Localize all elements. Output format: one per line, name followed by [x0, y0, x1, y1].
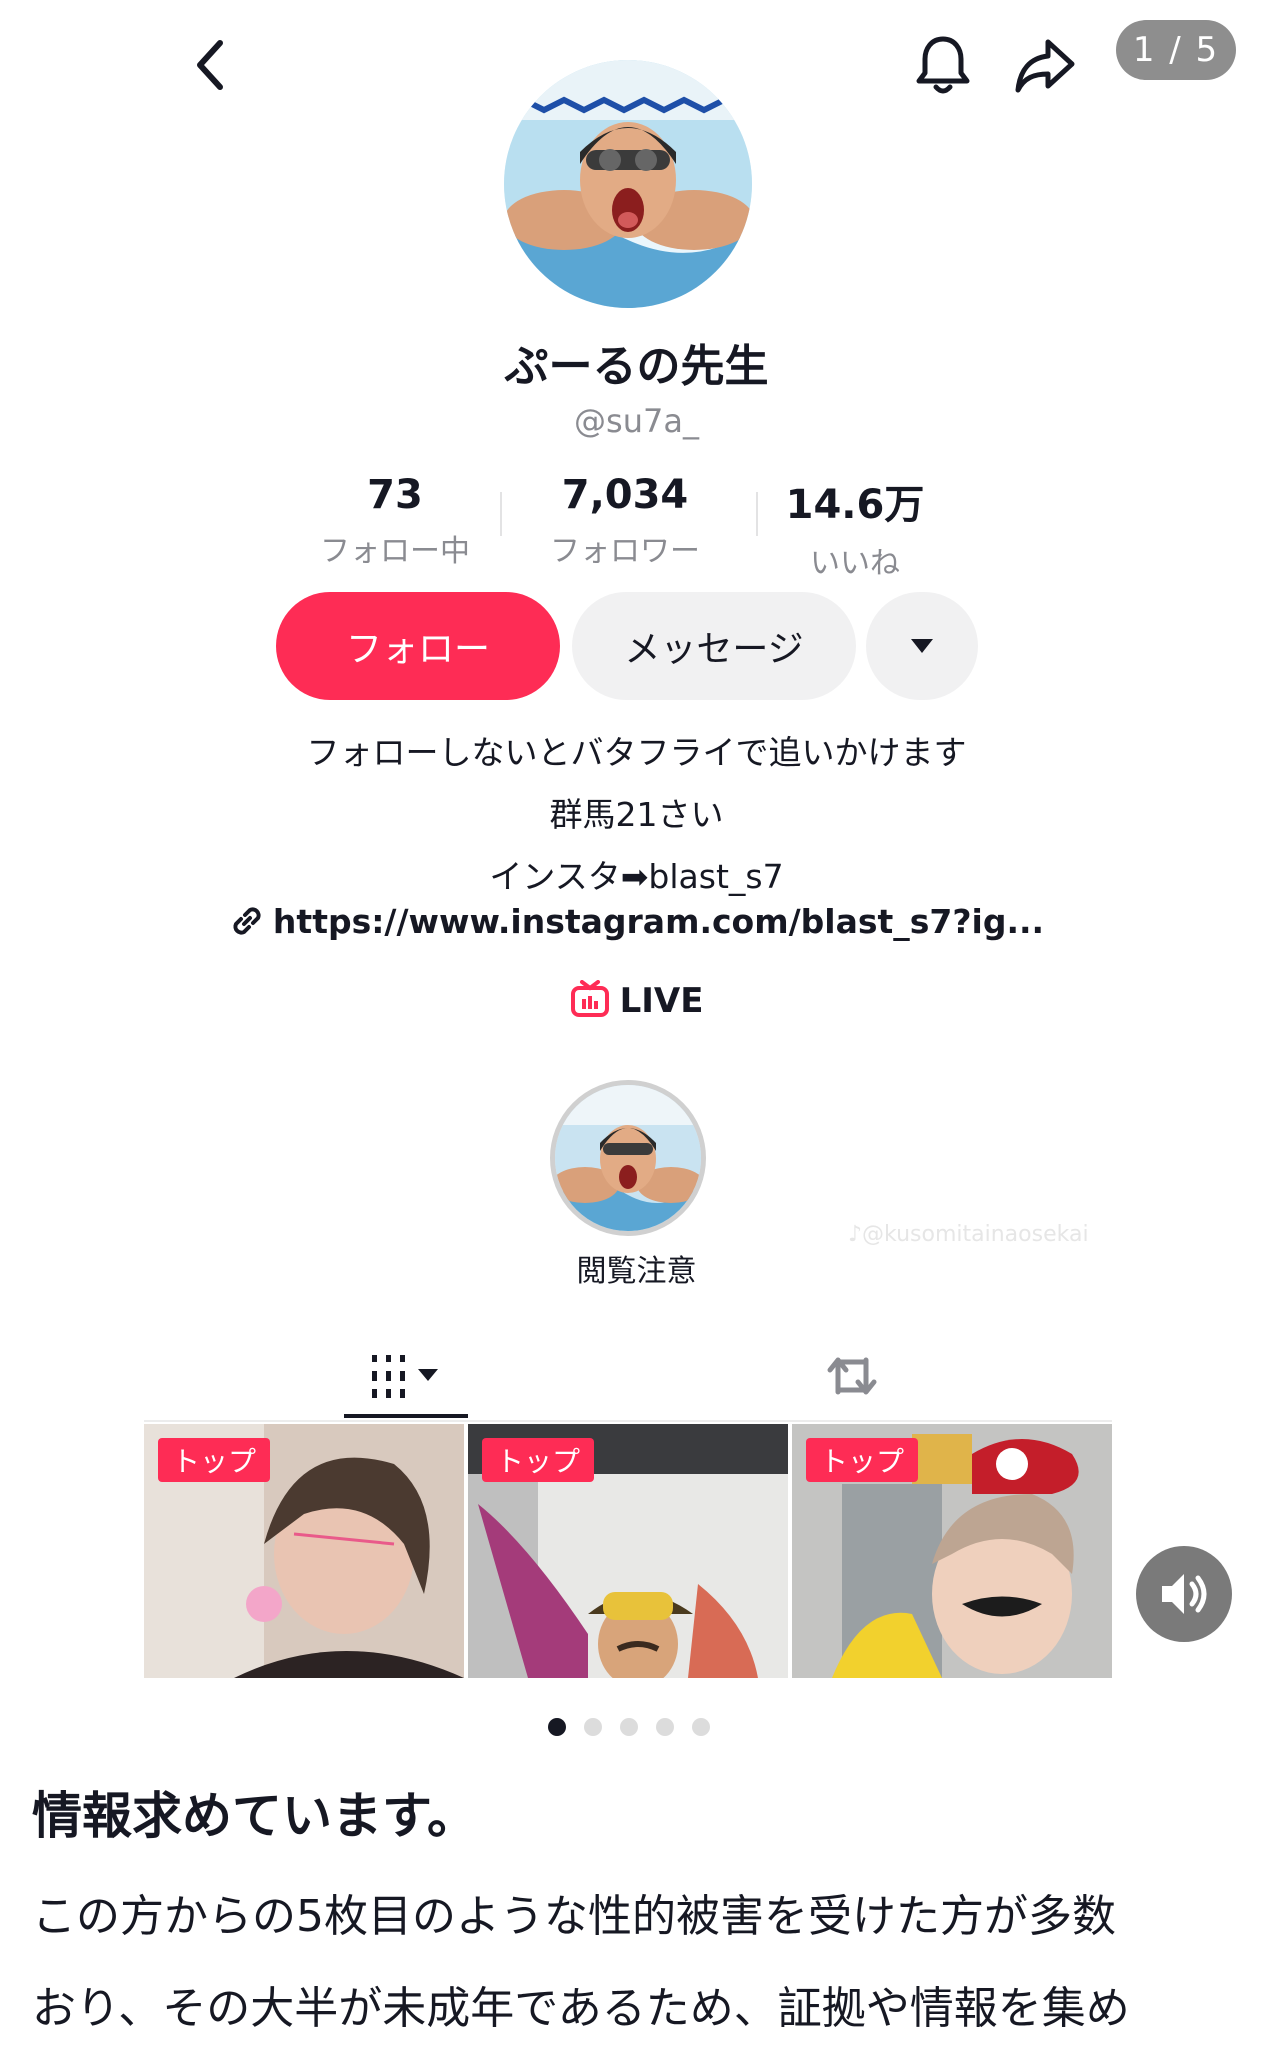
bio-line: インスタ➡blast_s7 [489, 857, 784, 896]
bio-link[interactable]: https://www.instagram.com/blast_s7?ig... [0, 902, 1273, 941]
video-thumbnail[interactable]: トップ [144, 1424, 464, 1678]
story-highlight[interactable] [550, 1080, 706, 1236]
link-icon [233, 907, 261, 935]
carousel-dot-active[interactable] [548, 1718, 566, 1736]
stat-likes-value: 14.6万 [785, 482, 925, 528]
share-button[interactable] [1010, 30, 1080, 100]
carousel-dot[interactable] [620, 1718, 638, 1736]
profile-name: ぷーるの先生 [504, 341, 769, 392]
carousel-dot[interactable] [692, 1718, 710, 1736]
chevron-left-icon [197, 40, 223, 90]
post-body-line: この方からの5枚目のような性的被害を受けた方が多数 [32, 1891, 1116, 1942]
top-badge: トップ [482, 1438, 595, 1482]
stat-following[interactable]: 73 フォロー中 [280, 472, 510, 572]
post-heading: 情報求めています。 [32, 1787, 477, 1845]
swimmer-avatar-image [504, 60, 752, 308]
image-page-counter: 1 / 5 [1116, 20, 1236, 80]
stat-following-label: フォロー中 [320, 534, 470, 569]
bio-line: 群馬21さい [549, 795, 724, 834]
share-arrow-icon [1015, 39, 1075, 93]
stat-followers[interactable]: 7,034 フォロワー [510, 472, 740, 572]
stat-following-value: 73 [367, 472, 423, 518]
speaker-icon [1162, 1574, 1207, 1614]
post-body-line: おり、その大半が未成年であるため、証拠や情報を集め [32, 1983, 1130, 2034]
live-label: LIVE [619, 981, 704, 1021]
tab-videos[interactable] [344, 1330, 468, 1422]
bell-icon [916, 36, 970, 94]
story-highlight-label: 閲覧注意 [576, 1254, 697, 1289]
tab-active-indicator [344, 1414, 468, 1418]
profile-stats: 73 フォロー中 7,034 フォロワー 14.6万 いいね [280, 472, 970, 581]
profile-avatar[interactable] [504, 60, 752, 308]
carousel-dot[interactable] [584, 1718, 602, 1736]
stat-likes[interactable]: 14.6万 いいね [740, 472, 970, 581]
more-options-button[interactable] [866, 592, 978, 700]
follow-button[interactable]: フォロー [276, 592, 560, 700]
stat-followers-value: 7,034 [561, 472, 689, 518]
highlight-thumbnail [555, 1085, 701, 1231]
bio-link-text: https://www.instagram.com/blast_s7?ig... [272, 902, 1045, 941]
sound-button[interactable] [1136, 1546, 1232, 1642]
tabs-divider [144, 1420, 1112, 1422]
stat-followers-label: フォロワー [550, 534, 700, 569]
back-button[interactable] [180, 30, 240, 100]
stat-divider [756, 492, 758, 536]
bio-line: フォローしないとバタフライで追いかけます [306, 733, 967, 772]
stat-likes-label: いいね [810, 546, 900, 581]
video-thumbnail[interactable]: トップ [792, 1424, 1112, 1678]
top-badge: トップ [158, 1438, 271, 1482]
tab-reposts[interactable] [790, 1330, 914, 1422]
grid-icon [372, 1355, 438, 1398]
carousel-dots [548, 1718, 710, 1736]
stat-divider [500, 492, 502, 536]
repost-icon [827, 1357, 877, 1395]
profile-handle: @su7a_ [574, 402, 699, 440]
carousel-dot[interactable] [656, 1718, 674, 1736]
notification-button[interactable] [908, 30, 978, 100]
message-button[interactable]: メッセージ [572, 592, 856, 700]
video-thumbnail[interactable]: トップ [468, 1424, 788, 1678]
caret-down-icon [911, 639, 933, 653]
watermark: ♪@kusomitainaosekai [848, 1222, 1089, 1247]
live-tv-icon [570, 980, 609, 1017]
live-button[interactable]: LIVE [0, 980, 1273, 1021]
top-badge: トップ [806, 1438, 919, 1482]
